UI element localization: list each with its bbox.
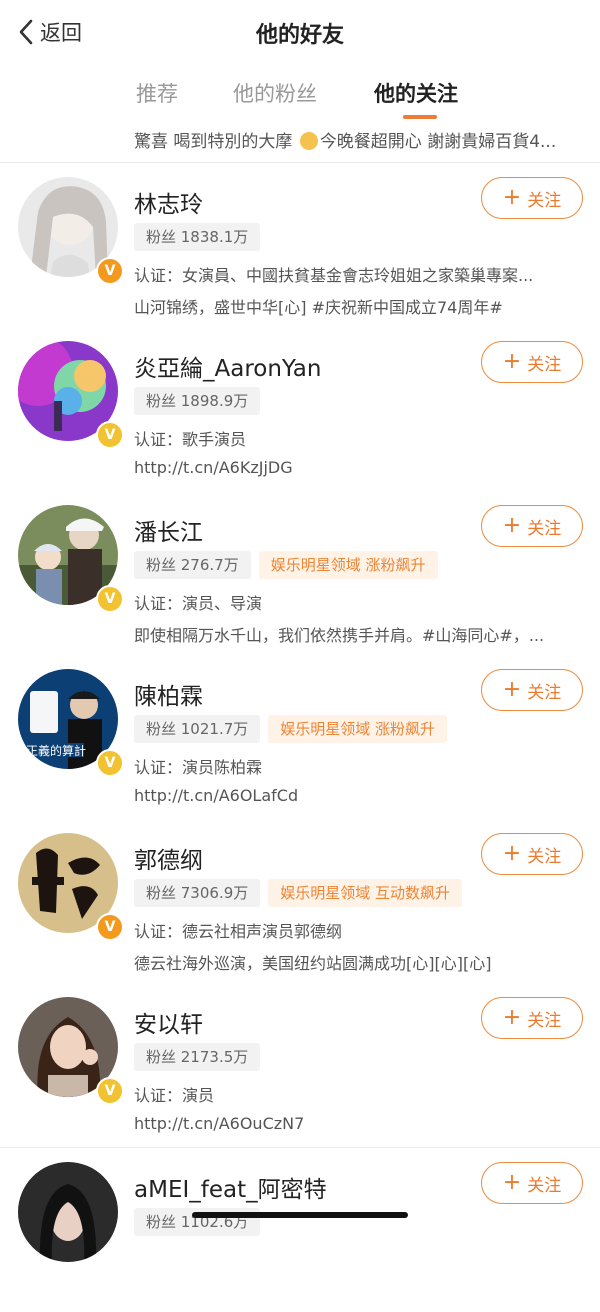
follow-label: 关注 bbox=[527, 518, 562, 539]
verified-badge-icon: V bbox=[96, 421, 124, 449]
list-item[interactable]: V 林志玲 粉丝 1838.1万 认证：女演員、中國扶貧基金會志玲姐姐之家築巢專… bbox=[0, 163, 600, 328]
follow-label: 关注 bbox=[527, 354, 562, 375]
user-bio: 即使相隔万水千山，我们依然携手并肩。#山海同心#，... bbox=[134, 626, 545, 645]
verification-text: 认证：演员、导演 bbox=[134, 594, 263, 613]
list-item[interactable]: aMEI_feat_阿密特 粉丝 1102.6万 + 关注 bbox=[0, 1148, 600, 1312]
verification-text: 认证：德云社相声演员郭德纲 bbox=[134, 922, 343, 941]
fans-count: 粉丝 276.7万 bbox=[134, 551, 251, 579]
trend-tag[interactable]: 娱乐明星领域 涨粉飙升 bbox=[268, 715, 448, 743]
user-meta: 粉丝 2173.5万 bbox=[134, 1043, 261, 1071]
user-bio: http://t.cn/A6OLafCd bbox=[134, 786, 299, 805]
follow-label: 关注 bbox=[527, 682, 562, 703]
list-item[interactable]: V 炎亞綸_AaronYan 粉丝 1898.9万 认证：歌手演员 http:/… bbox=[0, 327, 600, 492]
verified-badge-icon: V bbox=[96, 1077, 124, 1105]
list-item[interactable]: V 潘长江 粉丝 276.7万 娱乐明星领域 涨粉飙升 认证：演员、导演 即使相… bbox=[0, 491, 600, 656]
list-item[interactable]: V 安以轩 粉丝 2173.5万 认证：演员 http://t.cn/A6OuC… bbox=[0, 983, 600, 1148]
page-title: 他的好友 bbox=[255, 23, 344, 48]
verification-text: 认证：歌手演员 bbox=[134, 430, 247, 449]
follow-label: 关注 bbox=[527, 190, 562, 211]
list-item[interactable]: V 郭德纲 粉丝 7306.9万 娱乐明星领域 互动数飙升 认证：德云社相声演员… bbox=[0, 819, 600, 984]
follow-button[interactable]: + 关注 bbox=[481, 997, 583, 1039]
verification-text: 认证：演员陈柏霖 bbox=[134, 758, 263, 777]
follow-button[interactable]: + 关注 bbox=[481, 1162, 583, 1204]
user-name[interactable]: 郭德纲 bbox=[134, 841, 203, 875]
user-name[interactable]: aMEI_feat_阿密特 bbox=[134, 1170, 327, 1204]
active-tab-indicator bbox=[403, 115, 437, 119]
smiling-face-hearts-icon bbox=[299, 132, 318, 150]
verified-badge-icon: V bbox=[96, 257, 124, 285]
tab-recommended[interactable]: 推荐 bbox=[136, 78, 178, 108]
follow-button[interactable]: + 关注 bbox=[481, 177, 583, 219]
verification-text: 认证：女演員、中國扶貧基金會志玲姐姐之家築巢專案... bbox=[134, 266, 534, 285]
verified-badge-icon: V bbox=[96, 913, 124, 941]
fans-count: 粉丝 2173.5万 bbox=[134, 1043, 261, 1071]
plus-icon: + bbox=[502, 349, 522, 374]
tab-his-fans[interactable]: 他的粉丝 bbox=[233, 78, 317, 108]
fans-count: 粉丝 7306.9万 bbox=[134, 879, 261, 907]
user-name[interactable]: 安以轩 bbox=[134, 1005, 203, 1039]
follow-label: 关注 bbox=[527, 1175, 562, 1196]
svg-text:正義的算計: 正義的算計 bbox=[26, 743, 86, 758]
tab-his-following[interactable]: 他的关注 bbox=[374, 78, 458, 108]
verified-badge-icon: V bbox=[96, 749, 124, 777]
follow-button[interactable]: + 关注 bbox=[481, 669, 583, 711]
user-name[interactable]: 炎亞綸_AaronYan bbox=[134, 349, 321, 383]
follow-label: 关注 bbox=[527, 846, 562, 867]
verified-badge-icon: V bbox=[96, 585, 124, 613]
fans-count: 粉丝 1838.1万 bbox=[134, 223, 261, 251]
user-meta: 粉丝 1021.7万 娱乐明星领域 涨粉飙升 bbox=[134, 715, 448, 743]
fans-count: 粉丝 1898.9万 bbox=[134, 387, 261, 415]
user-bio: http://t.cn/A6KzJjDG bbox=[134, 458, 293, 477]
user-meta: 粉丝 1898.9万 bbox=[134, 387, 261, 415]
user-meta: 粉丝 1838.1万 bbox=[134, 223, 261, 251]
follow-button[interactable]: + 关注 bbox=[481, 505, 583, 547]
user-meta: 粉丝 276.7万 娱乐明星领域 涨粉飙升 bbox=[134, 551, 438, 579]
user-name[interactable]: 陳柏霖 bbox=[134, 677, 203, 711]
verification-text: 认证：演员 bbox=[134, 1086, 215, 1105]
list-item-partial[interactable]: 驚喜 喝到特別的大摩 今晚餐超開心 謝謝貴婦百貨4... bbox=[0, 122, 600, 162]
plus-icon: + bbox=[502, 185, 522, 210]
follow-button[interactable]: + 关注 bbox=[481, 341, 583, 383]
tab-bar: 推荐 他的粉丝 他的关注 bbox=[0, 64, 600, 122]
fans-count: 粉丝 1021.7万 bbox=[134, 715, 261, 743]
plus-icon: + bbox=[502, 513, 522, 538]
trend-tag[interactable]: 娱乐明星领域 互动数飙升 bbox=[268, 879, 463, 907]
plus-icon: + bbox=[502, 1005, 522, 1030]
user-meta: 粉丝 7306.9万 娱乐明星领域 互动数飙升 bbox=[134, 879, 463, 907]
partial-post-text: 驚喜 喝到特別的大摩 今晚餐超開心 謝謝貴婦百貨4... bbox=[134, 132, 557, 152]
follow-label: 关注 bbox=[527, 1010, 562, 1031]
home-indicator[interactable] bbox=[192, 1212, 408, 1218]
plus-icon: + bbox=[502, 841, 522, 866]
avatar[interactable] bbox=[18, 1162, 118, 1262]
follow-button[interactable]: + 关注 bbox=[481, 833, 583, 875]
plus-icon: + bbox=[502, 677, 522, 702]
trend-tag[interactable]: 娱乐明星领域 涨粉飙升 bbox=[258, 551, 438, 579]
user-bio: http://t.cn/A6OuCzN7 bbox=[134, 1114, 305, 1133]
user-bio: 山河锦绣，盛世中华[心] #庆祝新中国成立74周年# bbox=[134, 298, 503, 317]
list-item[interactable]: 正義的算計 V 陳柏霖 粉丝 1021.7万 娱乐明星领域 涨粉飙升 认证：演员… bbox=[0, 655, 600, 820]
user-name[interactable]: 潘长江 bbox=[134, 513, 203, 547]
user-bio: 德云社海外巡演，美国纽约站圆满成功[心][心][心] bbox=[134, 954, 492, 973]
nav-header: 返回 他的好友 bbox=[0, 0, 600, 65]
user-name[interactable]: 林志玲 bbox=[134, 185, 203, 219]
plus-icon: + bbox=[502, 1170, 522, 1195]
